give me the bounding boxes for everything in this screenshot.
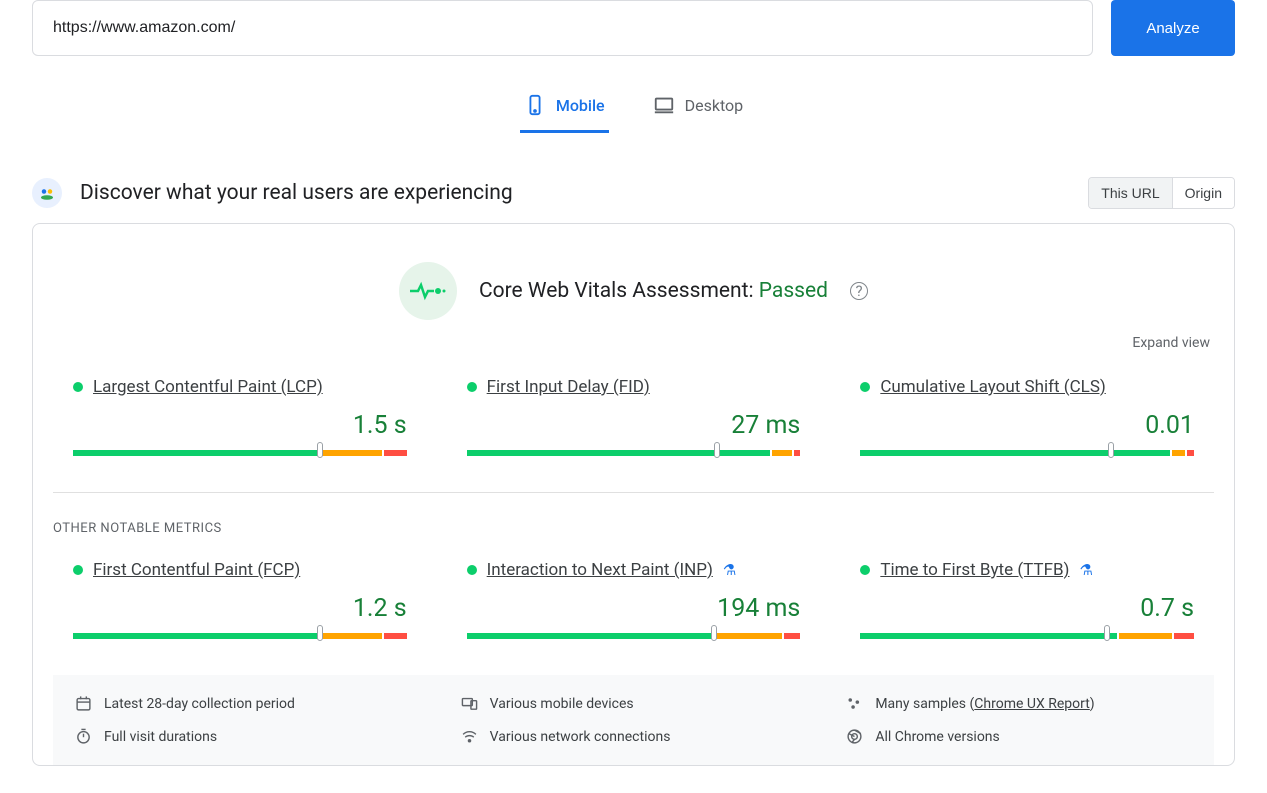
toggle-this-url[interactable]: This URL: [1089, 178, 1171, 208]
status-dot: [73, 382, 83, 392]
scope-toggle: This URL Origin: [1088, 177, 1235, 209]
footer-period: Latest 28-day collection period: [75, 695, 421, 712]
status-dot: [860, 382, 870, 392]
status-dot: [860, 565, 870, 575]
metric-value: 1.2 s: [73, 594, 407, 623]
status-dot: [467, 382, 477, 392]
distribution-bar: [73, 633, 407, 639]
metric-fid: First Input Delay (FID) 27 ms: [467, 377, 801, 456]
metric-value: 194 ms: [467, 594, 801, 623]
metric-name-link[interactable]: Largest Contentful Paint (LCP): [93, 377, 323, 397]
status-dot: [467, 565, 477, 575]
desktop-icon: [653, 94, 675, 116]
status-dot: [73, 565, 83, 575]
metric-inp: Interaction to Next Paint (INP) ⚗ 194 ms: [467, 560, 801, 639]
bar-marker: [317, 442, 323, 458]
bar-marker: [1104, 625, 1110, 641]
tab-desktop[interactable]: Desktop: [649, 86, 748, 133]
distribution-bar: [73, 450, 407, 456]
footer-durations: Full visit durations: [75, 728, 421, 745]
toggle-origin[interactable]: Origin: [1172, 178, 1234, 208]
metric-name-link[interactable]: Interaction to Next Paint (INP): [487, 560, 713, 580]
metric-value: 0.7 s: [860, 594, 1194, 623]
footer-devices: Various mobile devices: [461, 695, 807, 712]
footer-versions: All Chrome versions: [846, 728, 1192, 745]
assessment-text: Core Web Vitals Assessment: Passed: [479, 279, 828, 303]
pulse-icon: [399, 262, 457, 320]
users-icon: [32, 178, 62, 208]
metric-value: 27 ms: [467, 411, 801, 440]
timer-icon: [75, 728, 92, 745]
chrome-icon: [846, 728, 863, 745]
footer-network: Various network connections: [461, 728, 807, 745]
metric-value: 0.01: [860, 411, 1194, 440]
metric-ttfb: Time to First Byte (TTFB) ⚗ 0.7 s: [860, 560, 1194, 639]
expand-view-link[interactable]: Expand view: [1132, 335, 1210, 351]
help-icon[interactable]: ?: [850, 282, 868, 300]
bar-marker: [711, 625, 717, 641]
chrome-ux-report-link[interactable]: Chrome UX Report: [974, 696, 1089, 712]
distribution-bar: [860, 450, 1194, 456]
distribution-bar: [467, 450, 801, 456]
experimental-icon: ⚗: [1079, 561, 1092, 579]
assessment-status: Passed: [759, 279, 828, 303]
experimental-icon: ⚗: [723, 561, 736, 579]
metric-name-link[interactable]: First Input Delay (FID): [487, 377, 650, 397]
wifi-icon: [461, 728, 478, 745]
discover-title: Discover what your real users are experi…: [80, 181, 513, 205]
metric-name-link[interactable]: First Contentful Paint (FCP): [93, 560, 300, 580]
distribution-bar: [860, 633, 1194, 639]
section-label: OTHER NOTABLE METRICS: [53, 521, 1214, 560]
bar-marker: [317, 625, 323, 641]
footer-samples: Many samples (Chrome UX Report): [846, 695, 1192, 712]
metric-lcp: Largest Contentful Paint (LCP) 1.5 s: [73, 377, 407, 456]
metric-fcp: First Contentful Paint (FCP) 1.2 s: [73, 560, 407, 639]
tab-label: Desktop: [685, 96, 744, 115]
bar-marker: [714, 442, 720, 458]
calendar-icon: [75, 695, 92, 712]
url-input[interactable]: [32, 0, 1093, 56]
tab-mobile[interactable]: Mobile: [520, 86, 609, 133]
bar-marker: [1108, 442, 1114, 458]
devices-icon: [461, 695, 478, 712]
metric-cls: Cumulative Layout Shift (CLS) 0.01: [860, 377, 1194, 456]
mobile-icon: [524, 94, 546, 116]
distribution-bar: [467, 633, 801, 639]
metric-name-link[interactable]: Time to First Byte (TTFB): [880, 560, 1069, 580]
assessment-label: Core Web Vitals Assessment:: [479, 279, 759, 303]
tab-label: Mobile: [556, 96, 605, 115]
results-panel: Core Web Vitals Assessment: Passed ? Exp…: [32, 223, 1235, 766]
analyze-button[interactable]: Analyze: [1111, 0, 1235, 56]
metric-name-link[interactable]: Cumulative Layout Shift (CLS): [880, 377, 1106, 397]
scatter-icon: [846, 695, 863, 712]
metric-value: 1.5 s: [73, 411, 407, 440]
